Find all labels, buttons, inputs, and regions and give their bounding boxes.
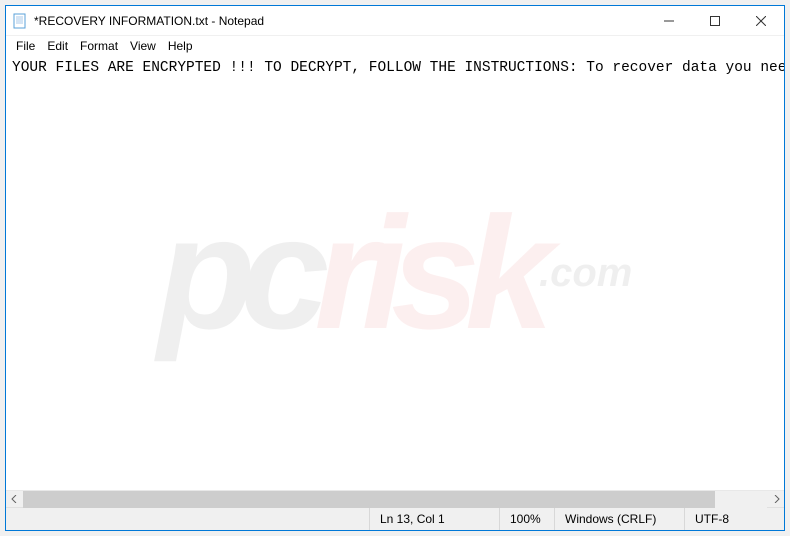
status-encoding: UTF-8 xyxy=(684,508,784,530)
close-button[interactable] xyxy=(738,6,784,36)
minimize-button[interactable] xyxy=(646,6,692,36)
menubar: File Edit Format View Help xyxy=(6,36,784,56)
status-position: Ln 13, Col 1 xyxy=(369,508,499,530)
scroll-left-button[interactable] xyxy=(6,491,23,508)
statusbar: Ln 13, Col 1 100% Windows (CRLF) UTF-8 xyxy=(6,507,784,530)
menu-file[interactable]: File xyxy=(10,38,41,54)
menu-edit[interactable]: Edit xyxy=(41,38,74,54)
scroll-right-button[interactable] xyxy=(767,491,784,508)
status-lineend: Windows (CRLF) xyxy=(554,508,684,530)
scroll-track[interactable] xyxy=(23,491,767,508)
editor-area: pcrisk.com YOUR FILES ARE ENCRYPTED !!! … xyxy=(6,56,784,490)
menu-view[interactable]: View xyxy=(124,38,162,54)
menu-format[interactable]: Format xyxy=(74,38,124,54)
text-content[interactable]: YOUR FILES ARE ENCRYPTED !!! TO DECRYPT,… xyxy=(6,56,784,490)
window-title: *RECOVERY INFORMATION.txt - Notepad xyxy=(34,14,264,28)
horizontal-scrollbar[interactable] xyxy=(6,490,784,507)
notepad-window: *RECOVERY INFORMATION.txt - Notepad File… xyxy=(5,5,785,531)
status-zoom: 100% xyxy=(499,508,554,530)
menu-help[interactable]: Help xyxy=(162,38,199,54)
notepad-icon xyxy=(12,13,28,29)
maximize-button[interactable] xyxy=(692,6,738,36)
titlebar[interactable]: *RECOVERY INFORMATION.txt - Notepad xyxy=(6,6,784,36)
scroll-thumb[interactable] xyxy=(23,491,715,508)
